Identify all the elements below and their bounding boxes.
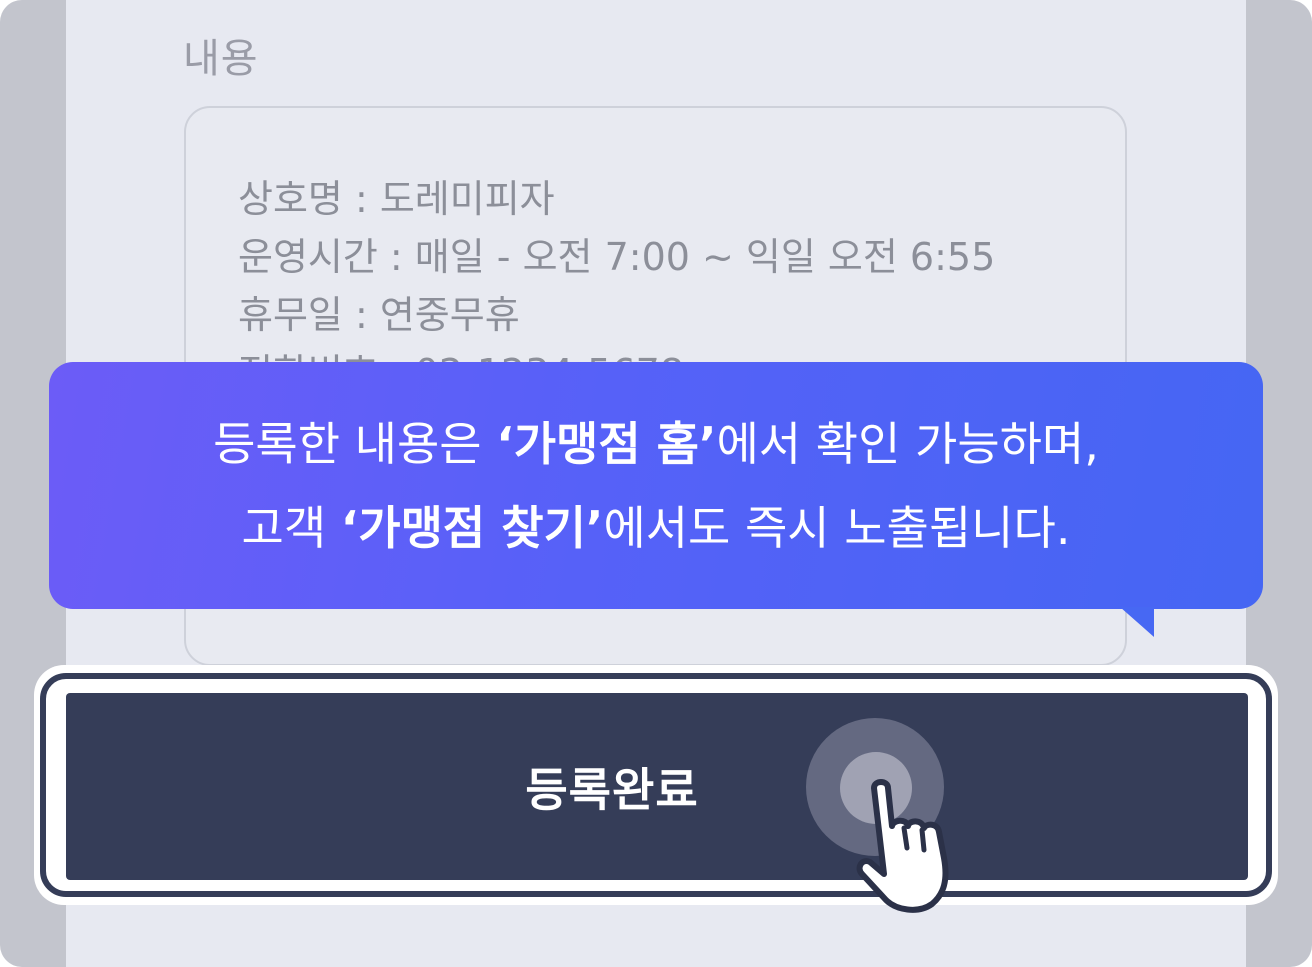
content-line-hours: 운영시간 : 매일 - 오전 7:00 ~ 익일 오전 6:55 — [238, 235, 996, 279]
tooltip-line-2-highlight: ‘가맹점 찾기’ — [340, 500, 604, 555]
content-line-holiday: 휴무일 : 연중무휴 — [238, 293, 520, 337]
tooltip-line-2-suffix: 에서도 즉시 노출됩니다. — [603, 500, 1071, 555]
tooltip-line-1-highlight: ‘가맹점 홈’ — [496, 416, 717, 471]
content-label: 내용 — [183, 36, 259, 82]
info-tooltip: 등록한 내용은 ‘가맹점 홈’에서 확인 가능하며, 고객 ‘가맹점 찾기’에서… — [49, 362, 1263, 609]
content-line-store-name: 상호명 : 도레미피자 — [238, 177, 555, 221]
tooltip-line-1-prefix: 등록한 내용은 — [213, 416, 497, 471]
tooltip-line-2: 고객 ‘가맹점 찾기’에서도 즉시 노출됩니다. — [242, 486, 1071, 570]
tooltip-line-2-prefix: 고객 — [241, 500, 341, 555]
app-frame: 내용 상호명 : 도레미피자 운영시간 : 매일 - 오전 7:00 ~ 익일 … — [0, 0, 1312, 967]
submit-button-label: 등록완료 — [525, 762, 699, 817]
hand-pointer-icon — [852, 776, 972, 920]
tooltip-line-1-suffix: 에서 확인 가능하며, — [716, 416, 1099, 471]
submit-button[interactable]: 등록완료 — [66, 693, 1248, 880]
tooltip-line-1: 등록한 내용은 ‘가맹점 홈’에서 확인 가능하며, — [213, 402, 1099, 486]
